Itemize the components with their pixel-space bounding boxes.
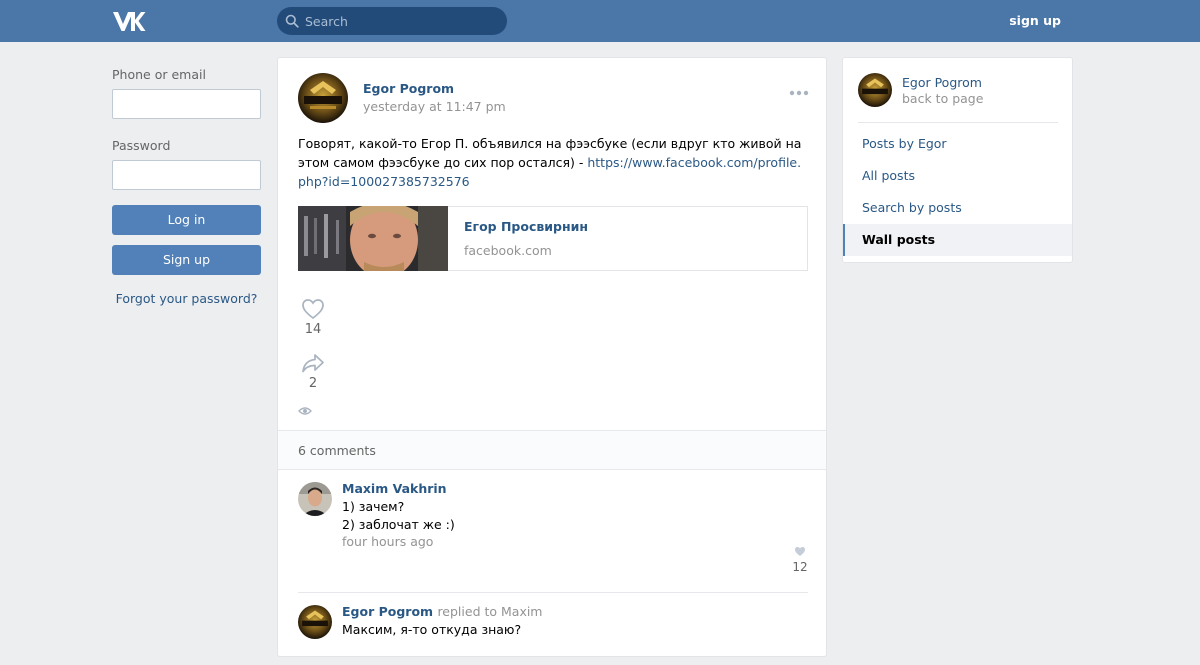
like-count: 14	[304, 322, 322, 337]
search-input[interactable]	[305, 7, 500, 35]
phone-label: Phone or email	[112, 67, 206, 82]
comment-like-count: 12	[792, 560, 808, 574]
right-sidebar: Egor Pogrom back to page Posts by Egor A…	[842, 57, 1073, 263]
link-thumbnail[interactable]	[298, 202, 448, 278]
back-to-page-link[interactable]: back to page	[902, 91, 983, 106]
commenter-avatar[interactable]	[298, 605, 332, 639]
comment-like-button[interactable]: 12	[792, 546, 808, 574]
password-label: Password	[112, 138, 171, 153]
comment-item: Maxim Vakhrin 1) зачем? 2) заблочат же :…	[298, 481, 808, 574]
comment-text: 1) зачем? 2) заблочат же :)	[342, 498, 455, 533]
comments-header: 6 comments	[278, 430, 826, 470]
comment-author-link[interactable]: Egor Pogrom	[342, 604, 433, 619]
sidebar-item-posts-by-egor[interactable]: Posts by Egor	[843, 128, 1072, 160]
phone-email-field[interactable]	[112, 89, 261, 119]
post-time[interactable]: yesterday at 11:47 pm	[363, 99, 506, 114]
password-field[interactable]	[112, 160, 261, 190]
post-author-link[interactable]: Egor Pogrom	[363, 81, 454, 96]
replied-to-label[interactable]: replied to Maxim	[437, 604, 542, 619]
heart-icon	[302, 299, 324, 320]
search-box[interactable]	[277, 7, 507, 35]
link-preview-card[interactable]: Егор Просвирнин facebook.com	[298, 202, 808, 278]
sidebar-item-search-by-posts[interactable]: Search by posts	[843, 192, 1072, 224]
author-avatar[interactable]	[298, 73, 348, 123]
wall-post: Egor Pogrom yesterday at 11:47 pm Говоря…	[277, 57, 827, 657]
heart-icon	[795, 547, 805, 556]
sidebar-divider	[858, 122, 1058, 123]
comment-line: 1) зачем?	[342, 499, 405, 514]
comment-item: Egor Pogrom replied to Maxim Максим, я-т…	[298, 604, 808, 665]
sidebar-author-link[interactable]: Egor Pogrom	[902, 75, 982, 90]
comment-time[interactable]: four hours ago	[342, 534, 433, 549]
share-button[interactable]: 2	[298, 352, 328, 391]
header-signup-link[interactable]: sign up	[1009, 13, 1061, 28]
comment-divider	[298, 592, 808, 593]
eye-icon	[298, 405, 312, 415]
like-button[interactable]: 14	[298, 298, 328, 337]
vk-logo-icon[interactable]	[112, 9, 146, 33]
comment-header: Egor Pogrom replied to Maxim	[342, 604, 543, 619]
link-card-title[interactable]: Егор Просвирнин	[464, 219, 588, 234]
sidebar-avatar[interactable]	[858, 73, 892, 107]
more-dots-icon[interactable]	[789, 86, 809, 96]
login-form: Phone or email Password Log in Sign up F…	[112, 67, 261, 306]
post-text: Говорят, какой-то Егор П. объявился на ф…	[298, 134, 808, 191]
login-button[interactable]: Log in	[112, 205, 261, 235]
sidebar-item-all-posts[interactable]: All posts	[843, 160, 1072, 192]
commenter-avatar[interactable]	[298, 482, 332, 516]
comment-line: 2) заблочат же :)	[342, 516, 455, 532]
top-header: sign up	[0, 0, 1200, 42]
link-card-domain: facebook.com	[464, 243, 552, 258]
share-count: 2	[308, 376, 318, 391]
search-icon	[285, 14, 299, 28]
comment-author-link[interactable]: Maxim Vakhrin	[342, 481, 447, 496]
share-arrow-icon	[302, 354, 324, 373]
signup-button[interactable]: Sign up	[112, 245, 261, 275]
forgot-password-link[interactable]: Forgot your password?	[112, 291, 261, 306]
sidebar-item-wall-posts[interactable]: Wall posts	[843, 224, 1072, 256]
comments-count[interactable]: 6 comments	[298, 443, 376, 458]
